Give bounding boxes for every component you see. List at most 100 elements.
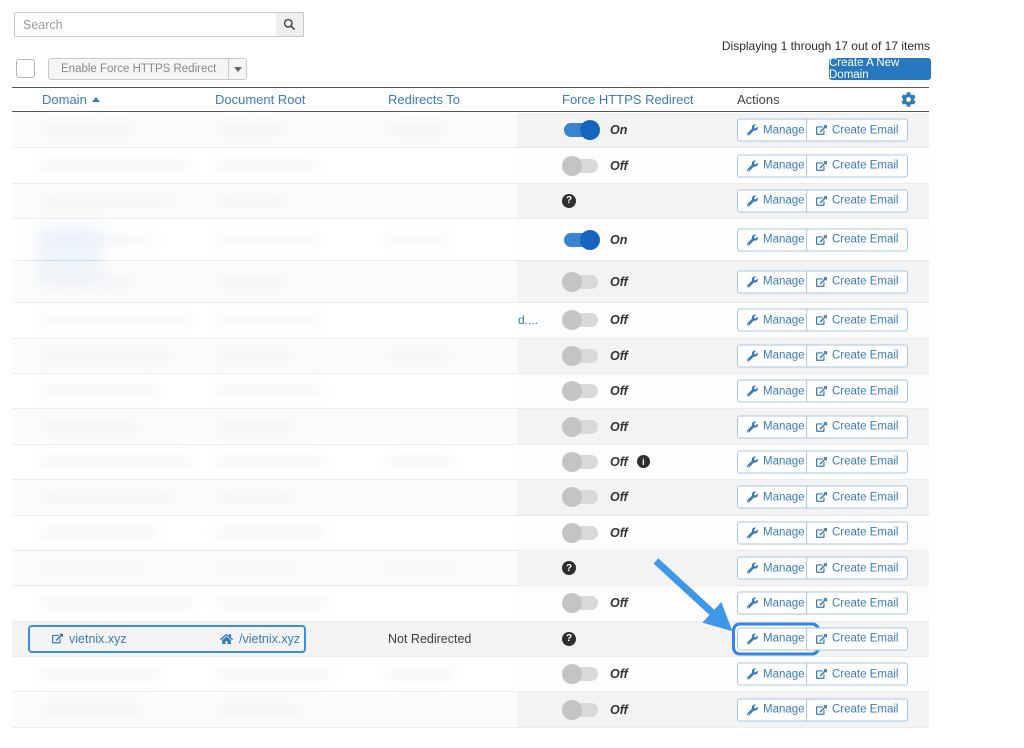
manage-button[interactable]: Manage (737, 486, 815, 509)
force-https-toggle[interactable] (562, 346, 600, 366)
domain-link[interactable]: vietnix.xyz (52, 632, 127, 646)
manage-label: Manage (763, 597, 805, 609)
header-force-https[interactable]: Force HTTPS Redirect (562, 88, 693, 112)
external-link-icon (816, 195, 827, 206)
manage-button[interactable]: Manage (737, 189, 815, 212)
manage-label: Manage (763, 234, 805, 246)
create-email-button[interactable]: Create Email (806, 486, 908, 509)
force-https-toggle[interactable] (562, 593, 600, 613)
create-email-label: Create Email (832, 160, 898, 172)
manage-label: Manage (763, 350, 805, 362)
force-https-cell: ? (562, 561, 576, 575)
manage-button[interactable]: Manage (737, 270, 815, 293)
force-https-toggle[interactable] (562, 452, 600, 472)
manage-button[interactable]: Manage (737, 557, 815, 580)
blur-overlay (12, 445, 517, 479)
home-icon (220, 633, 233, 645)
create-email-button[interactable]: Create Email (806, 450, 908, 473)
manage-button[interactable]: Manage (737, 415, 815, 438)
manage-button[interactable]: Manage (737, 521, 815, 544)
force-https-toggle[interactable] (562, 156, 600, 176)
external-link-icon (816, 234, 827, 245)
search-input[interactable] (14, 12, 277, 37)
force-https-toggle[interactable] (562, 230, 600, 250)
manage-button[interactable]: Manage (737, 663, 815, 686)
force-https-toggle[interactable] (562, 310, 600, 330)
create-email-button[interactable]: Create Email (806, 154, 908, 177)
force-https-cell: On (562, 120, 627, 140)
force-https-cell: Off (562, 664, 628, 684)
question-icon[interactable]: ? (562, 632, 576, 646)
blur-overlay (12, 657, 517, 691)
redirect-link-truncated[interactable]: d.... (518, 313, 538, 327)
question-icon[interactable]: ? (562, 561, 576, 575)
force-https-cell: Offi (562, 452, 650, 472)
manage-button[interactable]: Manage (737, 344, 815, 367)
create-domain-button[interactable]: Create A New Domain (829, 58, 931, 80)
external-link-icon (816, 350, 827, 361)
gear-icon[interactable] (901, 92, 916, 107)
force-https-cell: Off (562, 272, 628, 292)
force-https-toggle[interactable] (562, 272, 600, 292)
create-email-button[interactable]: Create Email (806, 698, 908, 721)
bulk-action-button[interactable]: Enable Force HTTPS Redirect (49, 59, 228, 79)
bulk-action-dropdown[interactable] (228, 59, 246, 79)
force-https-toggle[interactable] (562, 487, 600, 507)
force-https-toggle[interactable] (562, 664, 600, 684)
header-redirects-to[interactable]: Redirects To (388, 88, 460, 112)
manage-button[interactable]: Manage (737, 228, 815, 251)
toggle-state-label: Off (610, 596, 628, 610)
wrench-icon (747, 125, 758, 136)
force-https-toggle[interactable] (562, 120, 600, 140)
manage-button[interactable]: Manage (737, 698, 815, 721)
document-root-link[interactable]: /vietnix.xyz (220, 632, 300, 646)
create-email-button[interactable]: Create Email (806, 344, 908, 367)
create-email-button[interactable]: Create Email (806, 663, 908, 686)
table-row: On ManageCreate Email (12, 113, 929, 148)
create-email-button[interactable]: Create Email (806, 521, 908, 544)
table-row: Off ManageCreate Email (12, 692, 929, 727)
wrench-icon (747, 421, 758, 432)
create-email-button[interactable]: Create Email (806, 119, 908, 142)
manage-button[interactable]: Manage (737, 309, 815, 332)
external-link-icon (816, 598, 827, 609)
manage-button[interactable]: Manage (737, 450, 815, 473)
create-email-button[interactable]: Create Email (806, 592, 908, 615)
table-row: OffManageCreate Email (12, 480, 929, 515)
blur-overlay (12, 551, 517, 585)
create-email-button[interactable]: Create Email (806, 415, 908, 438)
manage-button[interactable]: Manage (737, 154, 815, 177)
create-email-button[interactable]: Create Email (806, 228, 908, 251)
toggle-state-label: On (610, 123, 627, 137)
create-email-button[interactable]: Create Email (806, 627, 908, 650)
create-email-button[interactable]: Create Email (806, 270, 908, 293)
select-all-checkbox[interactable] (16, 59, 35, 78)
info-icon[interactable]: i (637, 455, 650, 468)
create-email-label: Create Email (832, 350, 898, 362)
force-https-toggle[interactable] (562, 417, 600, 437)
force-https-toggle[interactable] (562, 381, 600, 401)
header-domain[interactable]: Domain (42, 88, 100, 112)
external-link-icon (816, 386, 827, 397)
manage-label: Manage (763, 527, 805, 539)
force-https-cell: Off (562, 700, 628, 720)
manage-button[interactable]: Manage (737, 592, 815, 615)
question-icon[interactable]: ? (562, 194, 576, 208)
force-https-toggle[interactable] (562, 523, 600, 543)
manage-label: Manage (763, 124, 805, 136)
manage-label: Manage (763, 668, 805, 680)
wrench-icon (747, 386, 758, 397)
manage-label: Manage (763, 491, 805, 503)
create-email-button[interactable]: Create Email (806, 309, 908, 332)
create-email-button[interactable]: Create Email (806, 380, 908, 403)
manage-button[interactable]: Manage (737, 627, 815, 650)
create-email-button[interactable]: Create Email (806, 557, 908, 580)
force-https-toggle[interactable] (562, 700, 600, 720)
create-email-button[interactable]: Create Email (806, 189, 908, 212)
manage-button[interactable]: Manage (737, 119, 815, 142)
manage-button[interactable]: Manage (737, 380, 815, 403)
manage-label: Manage (763, 314, 805, 326)
header-document-root[interactable]: Document Root (215, 88, 305, 112)
search-button[interactable] (276, 12, 304, 37)
toggle-state-label: Off (610, 384, 628, 398)
